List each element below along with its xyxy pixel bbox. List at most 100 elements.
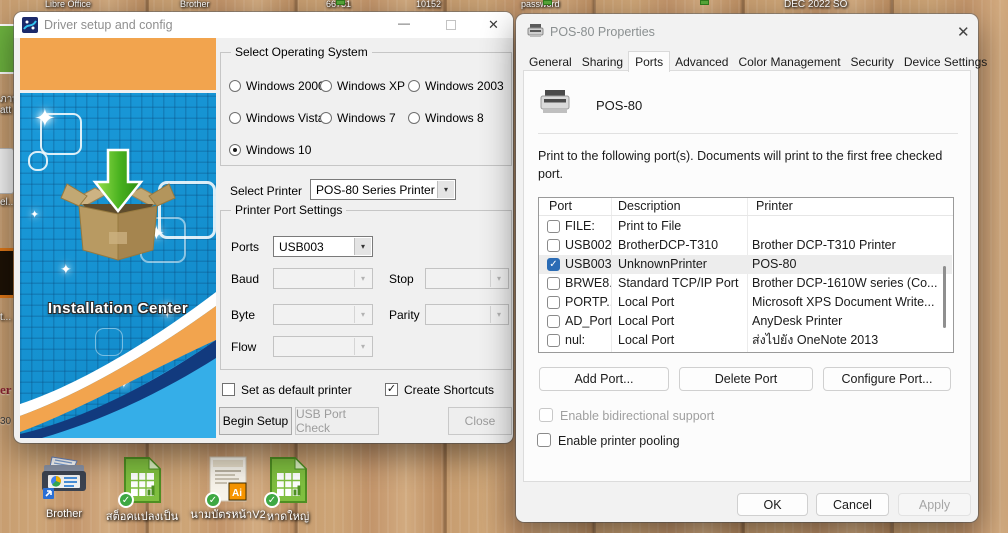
port-checkbox[interactable] [547, 296, 560, 309]
add-port-button[interactable]: Add Port... [539, 367, 669, 391]
table-row[interactable]: FILE: Print to File [539, 217, 952, 236]
desktop-icon-label: Brother [24, 508, 104, 520]
brother-utilities-icon [41, 456, 87, 506]
radio-windows-10[interactable] [229, 144, 241, 156]
chevron-down-icon: ▾ [354, 338, 371, 355]
groupbox-title: Select Operating System [231, 45, 372, 59]
desktop-icon-label: 30 [0, 416, 11, 427]
radio-windows-2003[interactable] [408, 80, 420, 92]
table-header: Port Description Printer [539, 198, 953, 216]
groupbox-title: Printer Port Settings [231, 203, 346, 217]
radio-label: Windows 8 [425, 111, 484, 125]
window-title: Driver setup and config [44, 18, 173, 32]
tab-advanced[interactable]: Advanced [670, 53, 733, 72]
close-button[interactable]: ✕ [957, 23, 970, 41]
table-row-selected[interactable]: ✓ USB003 UnknownPrinter POS-80 [539, 255, 952, 274]
ports-tab-page: POS-80 Print to the following port(s). D… [523, 70, 971, 482]
table-row[interactable]: nul: Local Port ส่งไปยัง OneNote 2013 [539, 331, 952, 350]
tab-device-settings[interactable]: Device Settings [899, 53, 992, 72]
printer-select[interactable]: POS-80 Series Printer ▾ [310, 179, 456, 200]
desktop-icon-label: DEC 2022 SO [784, 0, 847, 10]
port-checkbox-checked[interactable]: ✓ [547, 258, 560, 271]
tab-strip: General Sharing Ports Advanced Color Man… [524, 51, 992, 72]
radio-windows-7[interactable] [320, 112, 332, 124]
cut-off-icon [336, 0, 345, 5]
tab-sharing[interactable]: Sharing [577, 53, 628, 72]
radio-windows-xp[interactable] [320, 80, 332, 92]
ports-label: Ports [231, 240, 259, 254]
desktop-icon-label: Libre Office [45, 0, 91, 9]
banner-swoosh [20, 288, 216, 438]
chevron-down-icon: ▾ [490, 306, 507, 323]
delete-port-button[interactable]: Delete Port [679, 367, 813, 391]
ports-table: Port Description Printer FILE: Print to … [538, 197, 954, 353]
radio-windows-2000[interactable] [229, 80, 241, 92]
port-checkbox[interactable] [547, 315, 560, 328]
stop-select: ▾ [425, 268, 509, 289]
ports-description: Print to the following port(s). Document… [538, 147, 956, 183]
table-row[interactable]: USB002 BrotherDCP-T310 Brother DCP-T310 … [539, 236, 952, 255]
cut-off-icon [0, 148, 14, 194]
radio-label: Windows 7 [337, 111, 396, 125]
desktop-icon-label: el.. [0, 197, 13, 208]
table-row[interactable]: AD_Port Local Port AnyDesk Printer [539, 312, 952, 331]
port-checkbox[interactable] [547, 334, 560, 347]
ports-select[interactable]: USB003 ▾ [273, 236, 373, 257]
tab-general[interactable]: General [524, 53, 577, 72]
tab-security[interactable]: Security [846, 53, 899, 72]
banner-orange-block [20, 38, 216, 90]
baud-select: ▾ [273, 268, 373, 289]
ok-button[interactable]: OK [737, 493, 808, 516]
desktop-icon-calc-2[interactable]: ✓ หาดใหญ่ [248, 456, 328, 523]
radio-windows-vista[interactable] [229, 112, 241, 124]
scrollbar-thumb[interactable] [943, 266, 946, 328]
window-title: POS-80 Properties [550, 25, 655, 39]
installation-banner: ✦ ✦ ✦ ✦ ✦ ✦ [20, 38, 216, 438]
tab-color-management[interactable]: Color Management [733, 53, 845, 72]
port-checkbox[interactable] [547, 239, 560, 252]
begin-setup-button[interactable]: Begin Setup [219, 407, 292, 435]
tab-ports[interactable]: Ports [628, 51, 670, 72]
table-row[interactable]: BRWE8... Standard TCP/IP Port Brother DC… [539, 274, 952, 293]
close-button[interactable]: ✕ [488, 17, 499, 33]
close-dialog-button: Close [448, 407, 512, 435]
port-checkbox[interactable] [547, 220, 560, 233]
desktop-icon-label: er [0, 382, 12, 398]
pos80-properties-window: POS-80 Properties ✕ General Sharing Port… [516, 14, 978, 522]
col-header-printer: Printer [756, 199, 793, 213]
port-checkbox[interactable] [547, 277, 560, 290]
create-shortcuts-checkbox[interactable]: ✓ [385, 383, 398, 396]
desktop-icon-label: t... [0, 312, 11, 323]
configure-port-button[interactable]: Configure Port... [823, 367, 951, 391]
byte-select: ▾ [273, 304, 373, 325]
cancel-button[interactable]: Cancel [816, 493, 889, 516]
desktop-icon-label: att [0, 105, 11, 116]
flow-label: Flow [231, 340, 256, 354]
desktop-icon-calc-1[interactable]: ✓ สต็อคแปลงเป็น [102, 456, 182, 523]
sparkle-icon: ✦ [30, 208, 39, 221]
stop-label: Stop [389, 272, 414, 286]
printer-name: POS-80 [596, 98, 642, 113]
radio-label: Windows Vista [246, 111, 324, 125]
radio-label: Windows 10 [246, 143, 311, 157]
col-header-port: Port [549, 199, 572, 213]
chevron-down-icon: ▾ [354, 306, 371, 323]
check-badge-icon: ✓ [118, 492, 134, 508]
minimize-button[interactable]: — [398, 16, 410, 30]
create-shortcuts-label: Create Shortcuts [404, 383, 494, 397]
desktop-icon-brother[interactable]: Brother [24, 456, 104, 520]
radio-label: Windows 2003 [425, 79, 504, 93]
chevron-down-icon: ▾ [354, 270, 371, 287]
col-header-description: Description [618, 199, 681, 213]
printer-pooling-checkbox[interactable] [537, 433, 551, 447]
svg-text:Ai: Ai [232, 488, 242, 499]
maximize-button[interactable] [446, 20, 456, 30]
table-row[interactable]: PORTP... Local Port Microsoft XPS Docume… [539, 293, 952, 312]
parity-select: ▾ [425, 304, 509, 325]
apply-button: Apply [898, 493, 971, 516]
radio-windows-8[interactable] [408, 112, 420, 124]
printer-select-value: POS-80 Series Printer [316, 183, 435, 197]
desktop-icon-label: หาดใหญ่ [248, 511, 328, 523]
desktop-icon-label: 10152 [416, 0, 441, 9]
default-printer-checkbox[interactable] [222, 383, 235, 396]
